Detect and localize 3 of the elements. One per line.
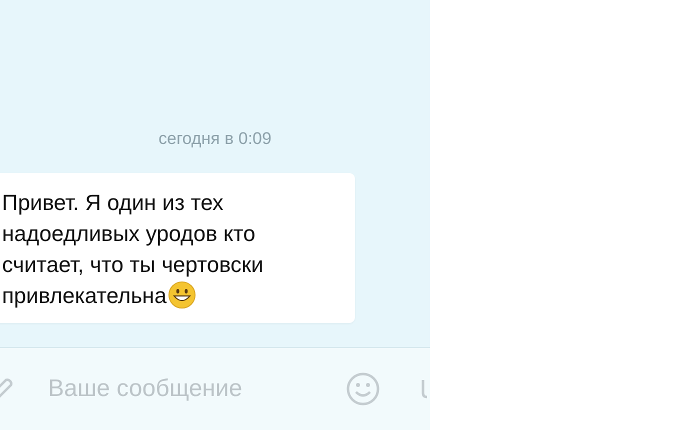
smiley-icon[interactable] bbox=[346, 372, 380, 406]
message-text: Привет. Я один из тех надоедливых уродов кто считает, что ты чертовски привлекательна bbox=[2, 189, 264, 311]
message-timestamp: сегодня в 0:09 bbox=[158, 128, 272, 150]
